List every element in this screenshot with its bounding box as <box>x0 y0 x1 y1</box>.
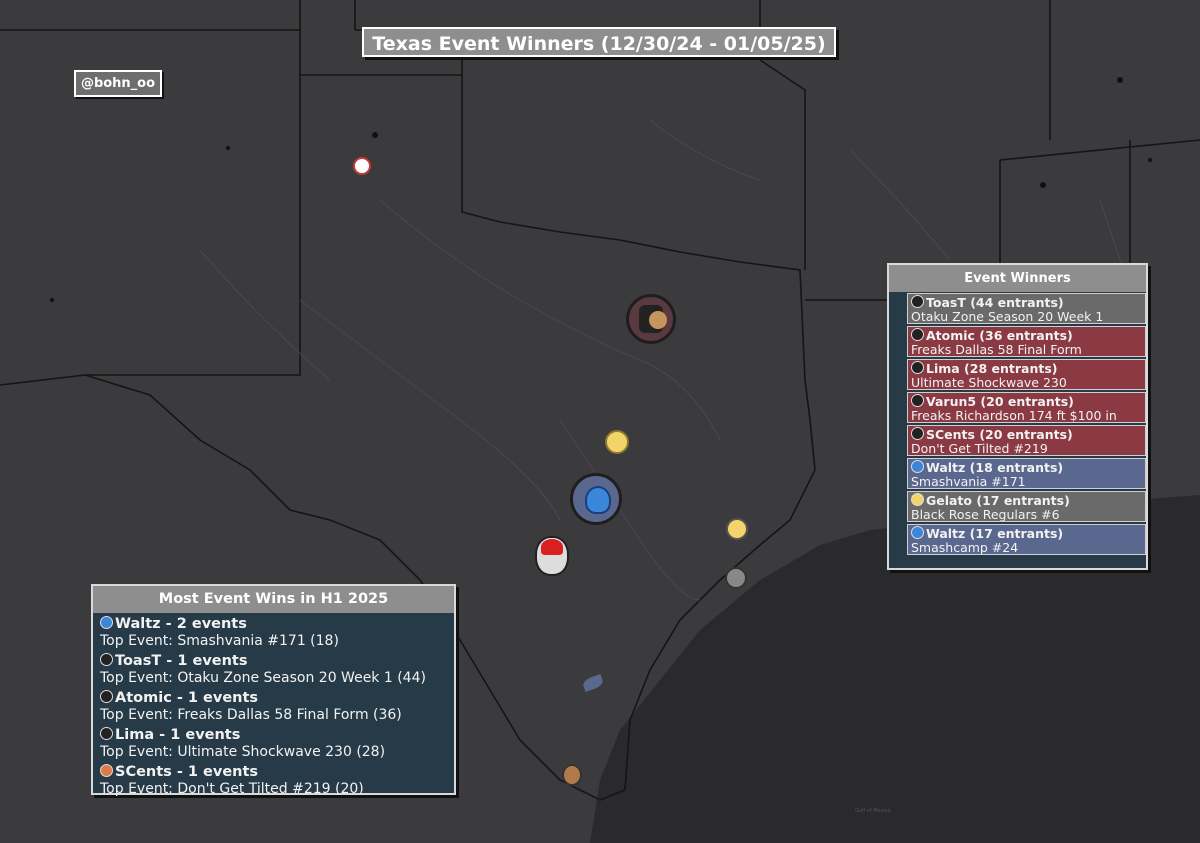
red-hair-character-icon <box>541 539 563 555</box>
event-winners-header: Event Winners <box>889 265 1146 292</box>
most-wins-player: Atomic - 1 events <box>115 690 259 706</box>
winner-row[interactable]: Waltz (18 entrants) Smashvania #171 <box>907 458 1146 489</box>
waco-marker[interactable] <box>605 430 629 454</box>
most-wins-item: Waltz - 2 events Top Event: Smashvania #1… <box>100 616 454 650</box>
dark-hair-character-icon <box>911 361 924 374</box>
winner-event: Freaks Dallas 58 Final Form <box>911 342 1082 357</box>
winner-event: Freaks Richardson 174 ft $100 in <box>911 408 1117 423</box>
orange-character-icon <box>911 427 924 440</box>
winner-row[interactable]: ToasT (44 entrants) Otaku Zone Season 20 … <box>907 293 1146 324</box>
most-wins-player: Waltz - 2 events <box>115 616 247 632</box>
gulf-label: Gulf of Mexico <box>855 808 891 814</box>
most-wins-header: Most Event Wins in H1 2025 <box>93 586 454 613</box>
most-wins-top-event: Top Event: Freaks Dallas 58 Final Form (… <box>100 707 402 723</box>
winner-player: Waltz (18 entrants) <box>926 460 1064 475</box>
brown-hair-character-icon <box>649 311 667 329</box>
winner-player: ToasT (44 entrants) <box>926 295 1064 310</box>
winner-row[interactable]: Lima (28 entrants) Ultimate Shockwave 230 <box>907 359 1146 390</box>
winner-event: Otaku Zone Season 20 Week 1 <box>911 309 1104 324</box>
most-wins-item: Lima - 1 events Top Event: Ultimate Shock… <box>100 727 454 761</box>
credit-label: @bohn_oo <box>74 70 162 97</box>
blue-robot-character-icon <box>911 460 924 473</box>
most-wins-top-event: Top Event: Otaku Zone Season 20 Week 1 (… <box>100 670 426 686</box>
winner-event: Smashvania #171 <box>911 474 1026 489</box>
winner-row[interactable]: SCents (20 entrants) Don't Get Tilted #21… <box>907 425 1146 456</box>
san-antonio-marker[interactable] <box>535 536 569 576</box>
most-wins-item: SCents - 1 events Top Event: Don't Get Ti… <box>100 764 454 798</box>
map-title: Texas Event Winners (12/30/24 - 01/05/25… <box>362 27 836 57</box>
most-wins-top-event: Top Event: Smashvania #171 (18) <box>100 633 339 649</box>
most-wins-player: SCents - 1 events <box>115 764 259 780</box>
most-wins-top-event: Top Event: Don't Get Tilted #219 (20) <box>100 781 364 797</box>
orange-character-icon <box>100 764 113 777</box>
lubbock-marker[interactable] <box>353 157 371 175</box>
black-hair-character-icon <box>911 295 924 308</box>
winner-event: Don't Get Tilted #219 <box>911 441 1048 456</box>
most-wins-player: Lima - 1 events <box>115 727 241 743</box>
dark-hair-character-icon <box>100 727 113 740</box>
winner-event: Ultimate Shockwave 230 <box>911 375 1067 390</box>
cap-character-icon <box>100 690 113 703</box>
cap-character-icon <box>911 328 924 341</box>
winner-player: Varun5 (20 entrants) <box>926 394 1074 409</box>
houston-north-marker[interactable] <box>726 518 748 540</box>
winner-row[interactable]: Gelato (17 entrants) Black Rose Regulars … <box>907 491 1146 522</box>
most-wins-item: Atomic - 1 events Top Event: Freaks Dalla… <box>100 690 454 724</box>
winner-player: Gelato (17 entrants) <box>926 493 1070 508</box>
houston-marker[interactable] <box>725 567 747 589</box>
austin-marker[interactable] <box>570 473 622 525</box>
blue-robot-character-icon <box>911 526 924 539</box>
blue-robot-character-icon <box>100 616 113 629</box>
most-wins-item: ToasT - 1 events Top Event: Otaku Zone Se… <box>100 653 454 687</box>
event-winners-panel: Event Winners ToasT (44 entrants) Otaku Z… <box>887 263 1148 570</box>
most-wins-top-event: Top Event: Ultimate Shockwave 230 (28) <box>100 744 386 760</box>
blue-robot-character-icon <box>585 486 611 514</box>
most-wins-panel: Most Event Wins in H1 2025 Waltz - 2 eve… <box>91 584 456 798</box>
winner-event: Black Rose Regulars #6 <box>911 507 1060 522</box>
most-wins-player: ToasT - 1 events <box>115 653 248 669</box>
dfw-marker[interactable] <box>626 294 676 344</box>
winner-player: Waltz (17 entrants) <box>926 526 1064 541</box>
blonde-character-icon <box>911 493 924 506</box>
winner-row[interactable]: Atomic (36 entrants) Freaks Dallas 58 Fin… <box>907 326 1146 357</box>
valley-marker[interactable] <box>562 764 582 786</box>
winner-player: Atomic (36 entrants) <box>926 328 1073 343</box>
winner-event: Smashcamp #24 <box>911 540 1019 555</box>
winner-player: SCents (20 entrants) <box>926 427 1073 442</box>
winner-row[interactable]: Varun5 (20 entrants) Freaks Richardson 17… <box>907 392 1146 423</box>
black-hair-character-icon <box>100 653 113 666</box>
winner-row[interactable]: Waltz (17 entrants) Smashcamp #24 <box>907 524 1146 555</box>
brown-hair-character-icon <box>911 394 924 407</box>
winner-player: Lima (28 entrants) <box>926 361 1058 376</box>
